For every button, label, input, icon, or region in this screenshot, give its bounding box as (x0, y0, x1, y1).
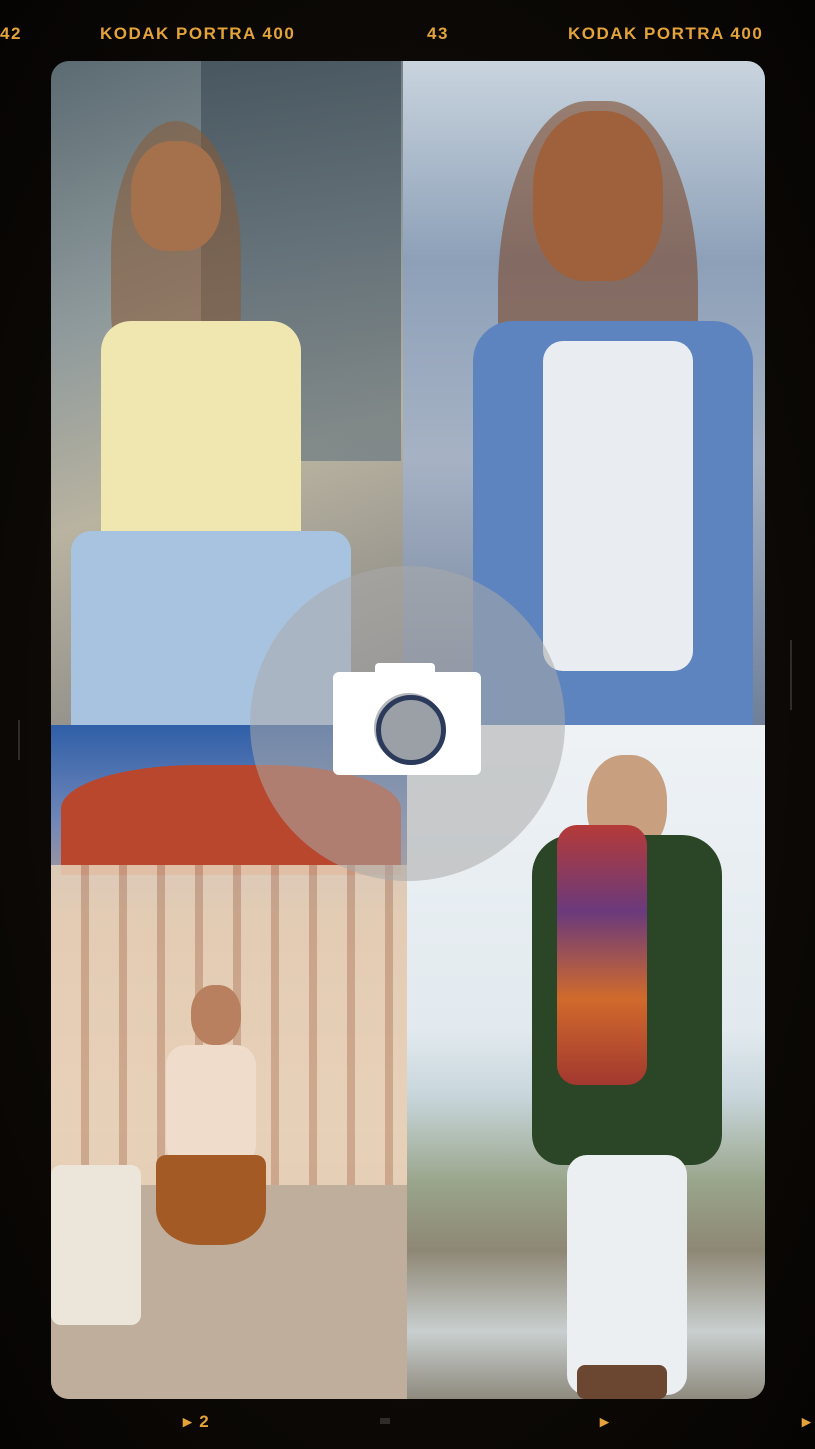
white-jeans (567, 1155, 687, 1395)
film-scratch (18, 720, 20, 760)
knit-scarf (557, 825, 647, 1085)
white-tshirt (543, 341, 693, 671)
film-bottom-edge-arrow: ▸ (802, 1412, 813, 1431)
brown-boots (577, 1365, 667, 1399)
camera-lens-ring (376, 695, 446, 765)
film-bottom-frame-marker: ▸ 2 (183, 1412, 211, 1431)
film-scratch (380, 1418, 390, 1424)
film-frame-number-prev: 42 (0, 24, 22, 43)
camera-button[interactable] (250, 566, 565, 881)
film-bottom-arrow-marker: ▸ (600, 1412, 611, 1431)
yellow-top (101, 321, 301, 551)
film-frame-number-current: 43 (427, 24, 449, 43)
floral-blouse (166, 1045, 256, 1165)
film-brand-label-left: KODAK PORTRA 400 (100, 24, 296, 43)
tote-bag (51, 1165, 141, 1325)
film-brand-label-right: KODAK PORTRA 400 (568, 24, 764, 43)
film-scratch (790, 640, 792, 710)
camera-flash-icon (345, 675, 367, 683)
person-head (191, 985, 241, 1045)
brown-skirt (156, 1155, 266, 1245)
